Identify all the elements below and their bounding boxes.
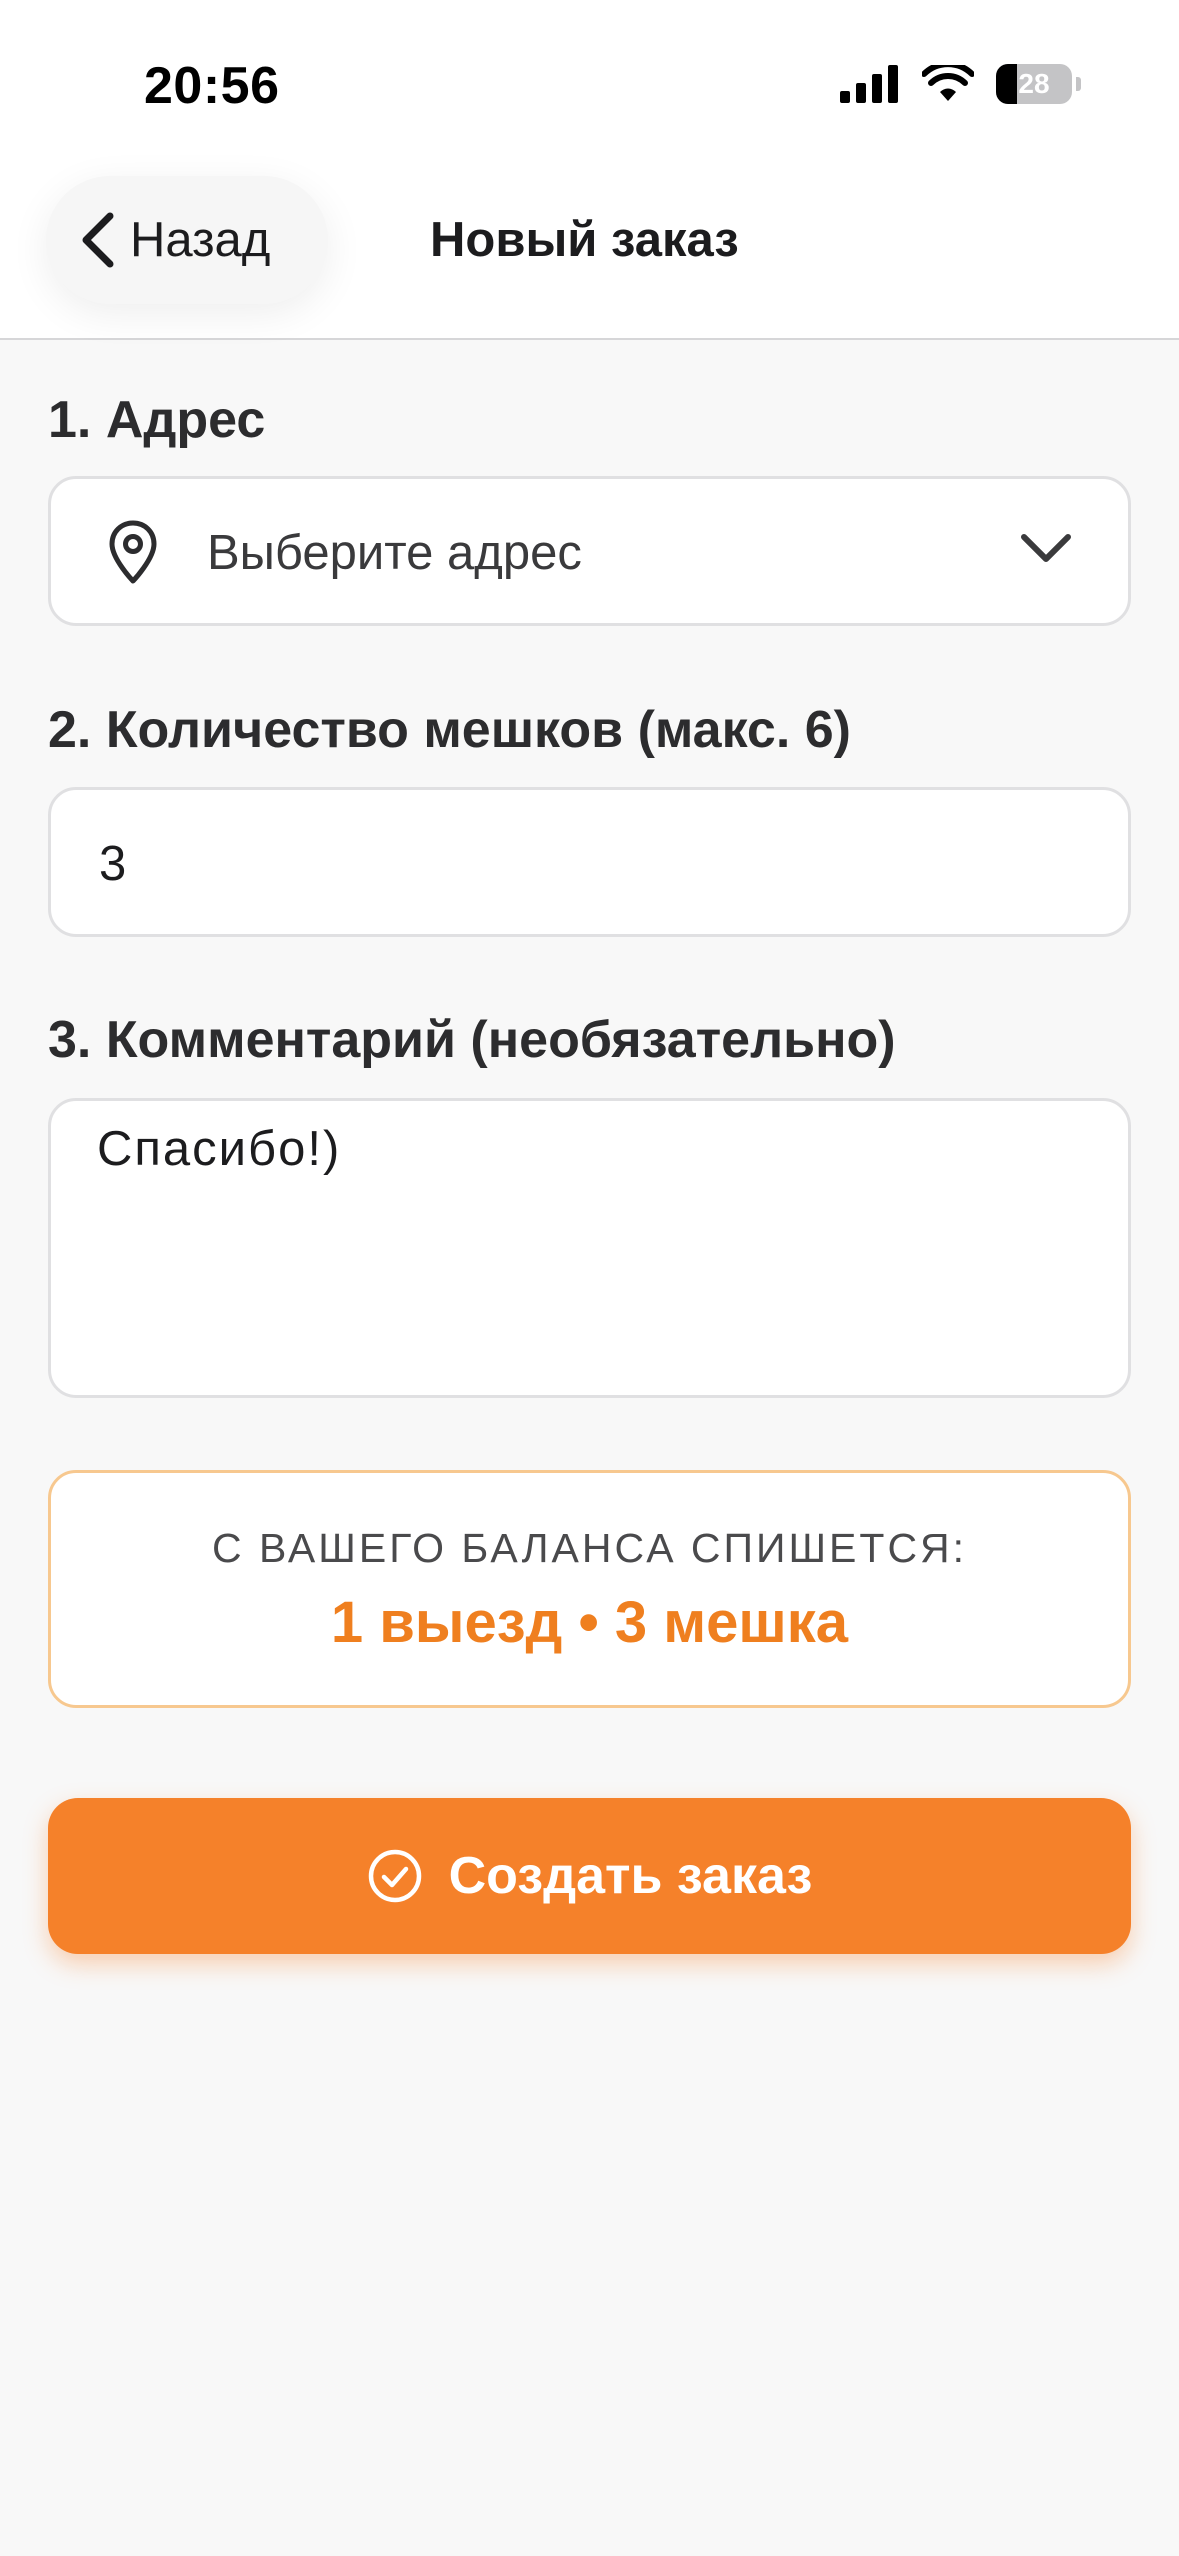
bags-label: 2. Количество мешков (макс. 6) [48,701,851,759]
summary-value: 1 выезд • 3 мешка [330,1590,849,1655]
address-placeholder: Выберите адрес [207,526,582,580]
balance-summary-card: С ВАШЕГО БАЛАНСА СПИШЕТСЯ: 1 выезд • 3 м… [48,1470,1131,1708]
battery-cap [1076,77,1081,91]
summary-caption: С ВАШЕГО БАЛАНСА СПИШЕТСЯ: [211,1525,968,1571]
address-select[interactable]: Выберите адрес [48,476,1131,626]
comment-value: Спасибо!) [97,1122,342,1176]
status-time: 20:56 [144,57,280,115]
address-label: 1. Адрес [48,391,266,449]
battery-level: 28 [1018,68,1050,99]
chevron-down-icon [1021,534,1071,562]
status-bar: 20:56 28 [0,0,1179,170]
status-icons: 28 [840,64,1081,104]
bags-value: 3 [99,837,127,891]
page-title: Новый заказ [430,213,739,267]
create-order-button[interactable]: Создать заказ [48,1798,1131,1954]
navigation-bar: Назад Новый заказ [0,170,1179,340]
back-button[interactable]: Назад [46,176,328,304]
chevron-left-icon [82,212,114,268]
check-circle-icon [368,1849,421,1903]
bags-quantity-input[interactable]: 3 [48,787,1131,937]
comment-label: 3. Комментарий (необязательно) [48,1011,896,1069]
cellular-signal-icon [840,65,898,103]
location-pin-icon [109,520,157,584]
wifi-icon [922,65,974,101]
comment-textarea[interactable]: Спасибо!) [48,1098,1131,1398]
create-order-label: Создать заказ [448,1847,813,1905]
back-button-label: Назад [130,213,271,267]
battery-icon: 28 [996,64,1072,104]
